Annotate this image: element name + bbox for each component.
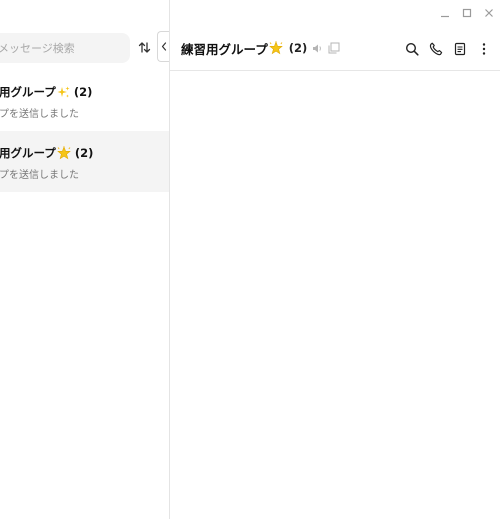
close-button[interactable] <box>478 0 500 26</box>
window-controls <box>434 0 500 26</box>
chevron-left-icon <box>161 42 166 51</box>
maximize-button[interactable] <box>456 0 478 26</box>
chat-title-text: 練習用グループ <box>181 41 268 57</box>
chat-preview: プを送信しました <box>0 109 79 120</box>
chat-list-pane: 用グループ (2) プを送信しました 用グループ <box>0 0 170 519</box>
chat-list-item-selected[interactable]: 用グループ (2) プを送信しました <box>0 131 169 192</box>
header-actions <box>400 26 496 71</box>
sort-icon <box>138 41 150 53</box>
member-count: (2) <box>288 41 308 55</box>
notification-icon[interactable] <box>312 43 323 54</box>
collapse-sidebar-button[interactable] <box>157 31 169 62</box>
search-input[interactable] <box>0 33 128 63</box>
notes-icon <box>454 42 466 55</box>
chat-name: 用グループ (2) <box>0 145 93 161</box>
call-button[interactable] <box>424 37 448 61</box>
search-button[interactable] <box>400 37 424 61</box>
chat-header: 練習用グループ (2) <box>170 26 500 71</box>
more-vertical-icon <box>482 42 486 55</box>
sort-button[interactable] <box>135 37 153 57</box>
search-icon <box>405 42 419 56</box>
sparkles-icon <box>57 86 70 99</box>
chat-name-text: 用グループ <box>0 85 56 99</box>
star-icon <box>268 41 283 55</box>
close-icon <box>485 9 493 17</box>
phone-icon <box>429 42 443 55</box>
chat-member-count: (2) <box>73 85 93 99</box>
search-box[interactable] <box>0 33 130 63</box>
maximize-icon <box>462 8 472 18</box>
conversation-pane: 練習用グループ (2) <box>170 0 500 519</box>
message-area[interactable] <box>170 71 500 519</box>
chat-name: 用グループ (2) <box>0 84 92 100</box>
notes-button[interactable] <box>448 37 472 61</box>
star-icon <box>57 146 71 160</box>
chat-list-item[interactable]: 用グループ (2) プを送信しました <box>0 70 169 131</box>
more-options-button[interactable] <box>472 37 496 61</box>
chat-member-count: (2) <box>74 146 94 160</box>
minimize-icon <box>441 15 449 18</box>
app-window: 用グループ (2) プを送信しました 用グループ <box>0 0 500 519</box>
chat-name-text: 用グループ <box>0 146 56 160</box>
chat-preview: プを送信しました <box>0 170 79 181</box>
minimize-button[interactable] <box>434 0 456 26</box>
chat-title[interactable]: 練習用グループ <box>181 39 283 58</box>
album-icon[interactable] <box>328 42 340 54</box>
chat-list: 用グループ (2) プを送信しました 用グループ (2) プを送信しました <box>0 70 169 192</box>
